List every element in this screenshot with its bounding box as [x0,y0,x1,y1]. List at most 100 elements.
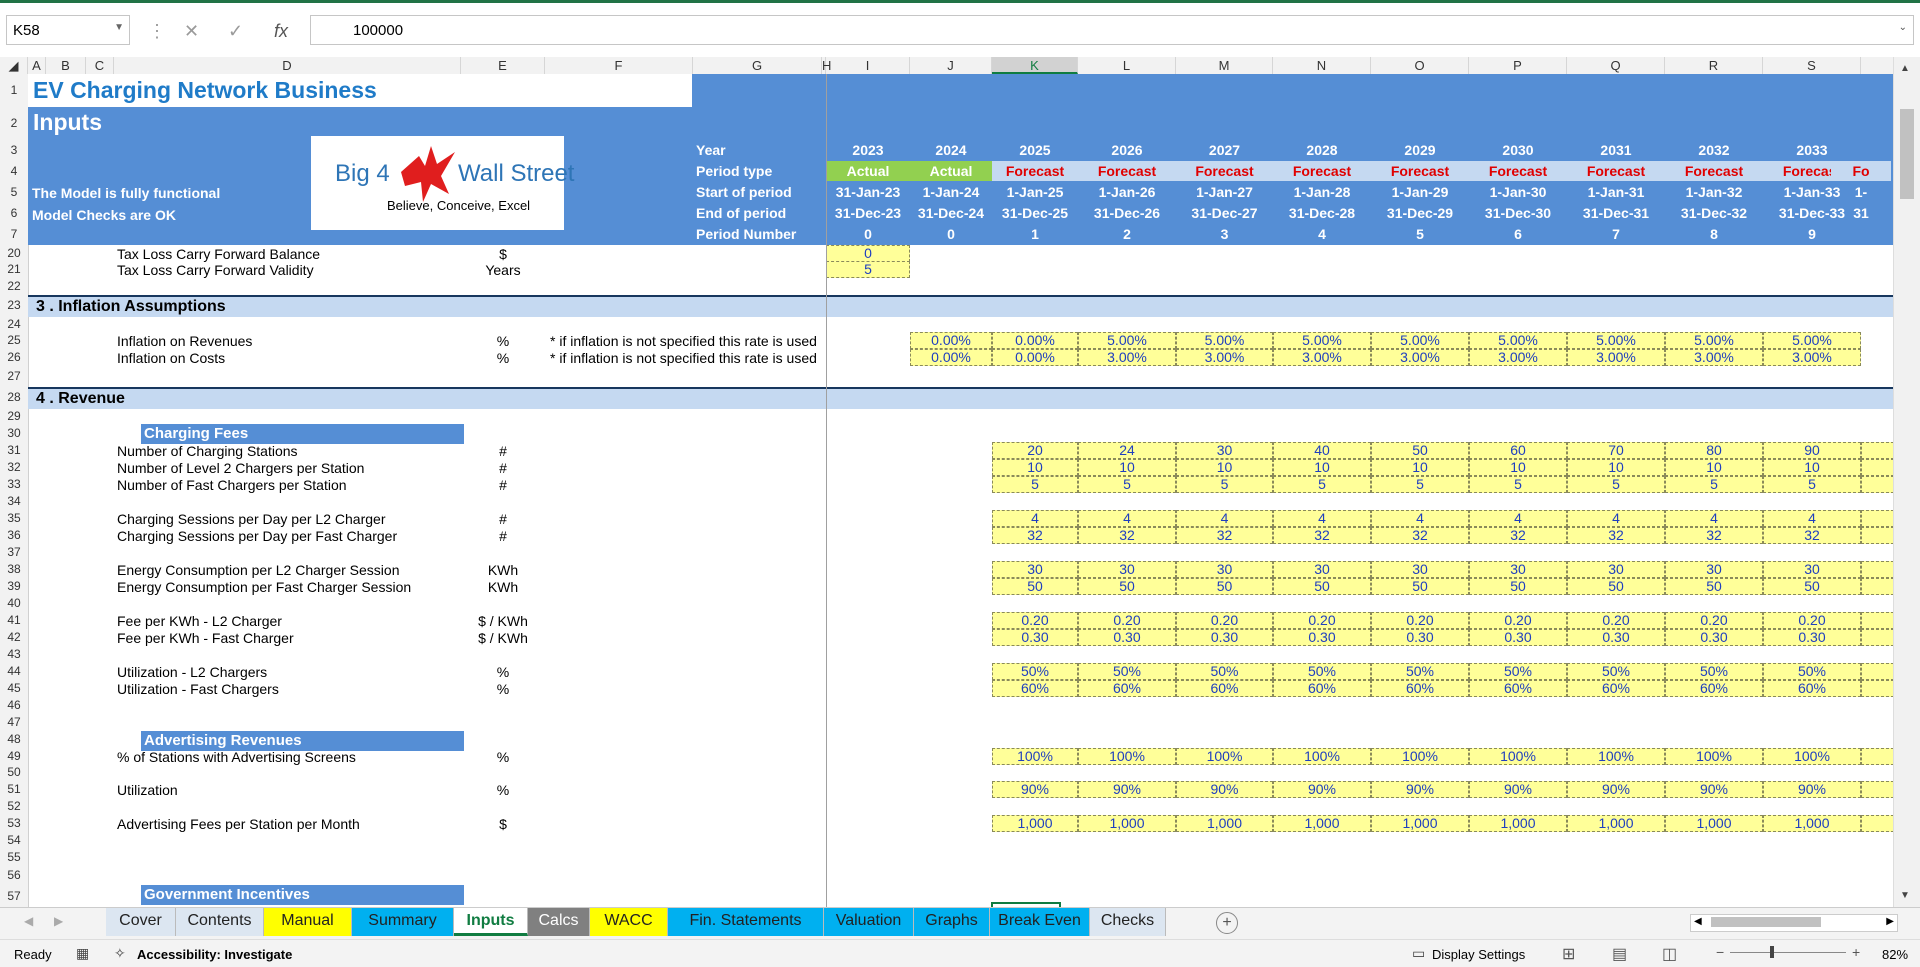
sheet-tab-checks[interactable]: Checks [1090,908,1166,936]
revenue-input-cell[interactable]: 32 [1176,527,1273,544]
revenue-input-cell[interactable]: 4 [1763,510,1861,527]
revenue-input-cell[interactable]: 0.30 [1176,629,1273,646]
sheet-tab-summary[interactable]: Summary [352,908,454,936]
column-header-A[interactable]: A [28,57,46,74]
revenue-input-cell[interactable]: 32 [992,527,1078,544]
revenue-input-cell-partial[interactable] [1861,815,1894,832]
revenue-input-cell[interactable]: 10 [1273,459,1371,476]
revenue-input-cell[interactable]: 50 [1371,442,1469,459]
row-header-1[interactable]: 1 [0,83,28,97]
column-header-O[interactable]: O [1371,57,1469,74]
vertical-scroll-thumb[interactable] [1900,109,1914,199]
normal-view-icon[interactable]: ⊞ [1562,944,1575,964]
inflation-input-cell[interactable]: 3.00% [1273,349,1371,366]
inflation-input-cell[interactable]: 3.00% [1763,349,1861,366]
sheet-tab-inputs[interactable]: Inputs [454,908,528,936]
row-header-55[interactable]: 55 [0,850,28,864]
revenue-input-cell[interactable]: 0.20 [1273,612,1371,629]
revenue-input-cell[interactable]: 10 [1371,459,1469,476]
row-header-4[interactable]: 4 [0,164,28,178]
revenue-input-cell[interactable]: 4 [1469,510,1567,527]
revenue-input-cell[interactable]: 32 [1273,527,1371,544]
revenue-input-cell-partial[interactable] [1861,578,1894,595]
revenue-input-cell[interactable]: 60% [992,680,1078,697]
revenue-input-cell[interactable]: 60% [1763,680,1861,697]
revenue-input-cell[interactable]: 100% [992,748,1078,765]
revenue-input-cell[interactable]: 10 [1567,459,1665,476]
revenue-input-cell[interactable]: 50 [992,578,1078,595]
row-header-38[interactable]: 38 [0,562,28,576]
revenue-input-cell[interactable]: 30 [1371,561,1469,578]
revenue-input-cell[interactable]: 20 [992,442,1078,459]
revenue-input-cell[interactable]: 90% [1469,781,1567,798]
inflation-input-cell[interactable]: 5.00% [1176,332,1273,349]
zoom-slider-thumb[interactable] [1770,946,1774,958]
revenue-input-cell[interactable]: 0.30 [992,629,1078,646]
row-header-3[interactable]: 3 [0,143,28,157]
row-header-35[interactable]: 35 [0,511,28,525]
tax-input-cell[interactable]: 0 [826,245,910,262]
revenue-input-cell[interactable]: 32 [1567,527,1665,544]
sheet-tab-graphs[interactable]: Graphs [914,908,990,936]
sheet-tab-calcs[interactable]: Calcs [528,908,590,936]
column-header-D[interactable]: D [114,57,461,74]
revenue-input-cell[interactable]: 60% [1273,680,1371,697]
revenue-input-cell[interactable]: 50 [1176,578,1273,595]
zoom-level[interactable]: 82% [1882,947,1908,962]
revenue-input-cell[interactable]: 10 [1665,459,1763,476]
row-header-7[interactable]: 7 [0,227,28,241]
hscroll-left-icon[interactable]: ◀ [1694,916,1702,927]
sheet-tab-break-even[interactable]: Break Even [990,908,1090,936]
inflation-input-cell[interactable]: 5.00% [1567,332,1665,349]
revenue-input-cell[interactable]: 50 [1273,578,1371,595]
revenue-input-cell[interactable]: 100% [1763,748,1861,765]
sheet-tab-fin-statements[interactable]: Fin. Statements [668,908,824,936]
revenue-input-cell[interactable]: 30 [1469,561,1567,578]
revenue-input-cell[interactable]: 50% [1078,663,1176,680]
tab-scroll-left-icon[interactable]: ◀ [24,914,33,928]
row-header-49[interactable]: 49 [0,749,28,763]
revenue-input-cell[interactable]: 32 [1469,527,1567,544]
revenue-input-cell[interactable]: 1,000 [1469,815,1567,832]
inflation-input-cell[interactable]: 5.00% [1763,332,1861,349]
revenue-input-cell[interactable]: 60% [1371,680,1469,697]
scroll-down-icon[interactable]: ▼ [1900,890,1910,901]
revenue-input-cell[interactable]: 60% [1176,680,1273,697]
inflation-input-cell[interactable]: 3.00% [1567,349,1665,366]
revenue-input-cell[interactable]: 1,000 [992,815,1078,832]
revenue-input-cell[interactable]: 5 [1273,476,1371,493]
revenue-input-cell[interactable]: 5 [1665,476,1763,493]
row-header-2[interactable]: 2 [0,116,28,130]
revenue-input-cell-partial[interactable] [1861,527,1894,544]
column-header-P[interactable]: P [1469,57,1567,74]
inflation-input-cell[interactable]: 0.00% [992,349,1078,366]
zoom-in-icon[interactable]: + [1852,944,1860,960]
revenue-input-cell[interactable]: 60% [1567,680,1665,697]
revenue-input-cell[interactable]: 60% [1078,680,1176,697]
revenue-input-cell[interactable]: 30 [1665,561,1763,578]
inflation-input-cell[interactable]: 3.00% [1176,349,1273,366]
revenue-input-cell[interactable]: 50% [1176,663,1273,680]
revenue-input-cell[interactable]: 5 [1176,476,1273,493]
row-header-31[interactable]: 31 [0,443,28,457]
inflation-input-cell[interactable]: 3.00% [1469,349,1567,366]
row-header-27[interactable]: 27 [0,369,28,383]
revenue-input-cell[interactable]: 0.20 [1763,612,1861,629]
name-box-dropdown-icon[interactable]: ▼ [114,22,124,33]
row-header-46[interactable]: 46 [0,698,28,712]
vertical-scrollbar[interactable]: ▲ ▼ [1893,57,1920,907]
inflation-input-cell[interactable]: 5.00% [1665,332,1763,349]
row-header-28[interactable]: 28 [0,390,28,404]
revenue-input-cell[interactable]: 0.30 [1763,629,1861,646]
page-break-view-icon[interactable]: ◫ [1662,944,1677,964]
column-header-B[interactable]: B [46,57,86,74]
revenue-input-cell[interactable]: 100% [1078,748,1176,765]
revenue-input-cell[interactable]: 0.20 [1469,612,1567,629]
revenue-input-cell[interactable]: 90% [1371,781,1469,798]
revenue-input-cell[interactable]: 100% [1371,748,1469,765]
revenue-input-cell[interactable]: 10 [992,459,1078,476]
worksheet-grid[interactable]: EV Charging Network Business Inputs The … [28,74,1894,907]
revenue-input-cell[interactable]: 32 [1371,527,1469,544]
revenue-input-cell[interactable]: 10 [1078,459,1176,476]
revenue-input-cell-partial[interactable] [1861,612,1894,629]
